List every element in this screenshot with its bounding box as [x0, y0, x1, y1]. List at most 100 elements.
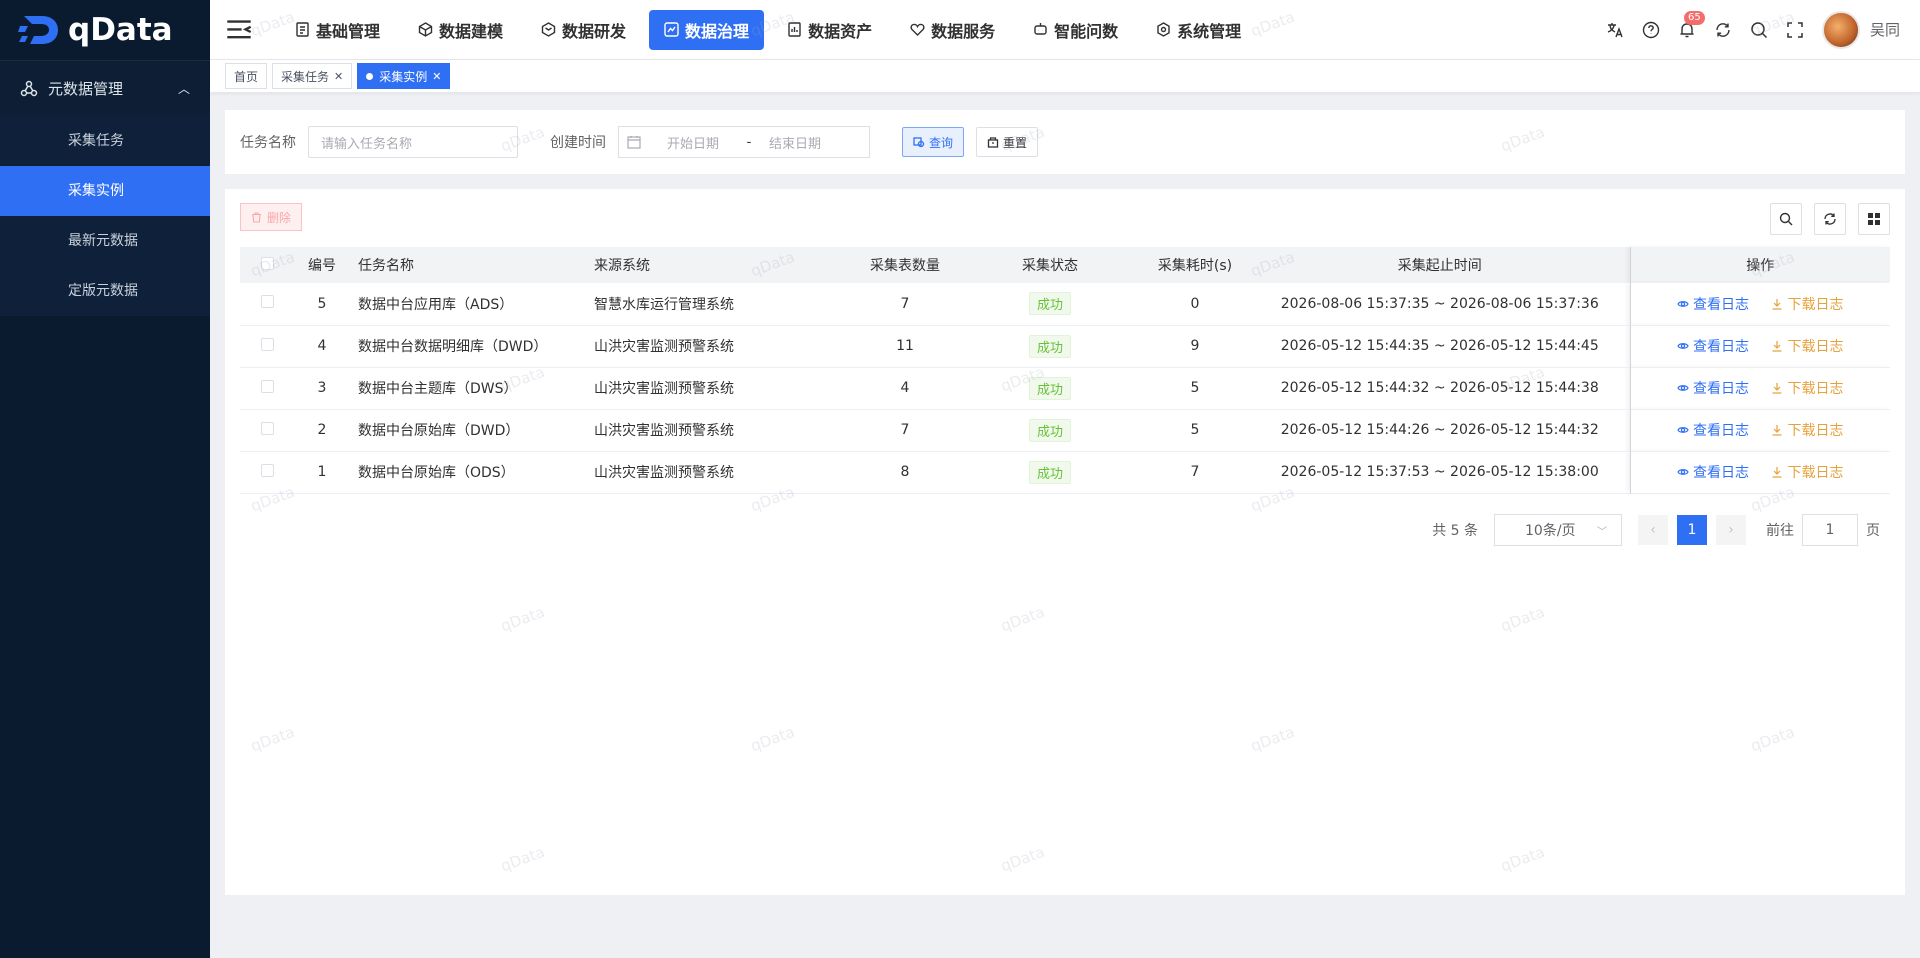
sidebar-item-latest-metadata[interactable]: 最新元数据 [0, 216, 210, 266]
download-log-button[interactable]: 下载日志 [1771, 420, 1843, 440]
download-icon [1772, 425, 1782, 436]
view-log-button[interactable]: 查看日志 [1677, 462, 1749, 482]
task-name-placeholder: 请输入任务名称 [321, 136, 413, 152]
cell-count: 8 [900, 464, 910, 480]
cell-source: 智慧水库运行管理系统 [594, 296, 734, 313]
download-log-button[interactable]: 下载日志 [1771, 378, 1843, 398]
close-icon[interactable]: ✕ [334, 70, 343, 83]
view-log-button[interactable]: 查看日志 [1677, 336, 1749, 356]
notification-button[interactable]: 65 [1678, 10, 1705, 39]
row-checkbox-cell[interactable] [240, 409, 294, 451]
header-duration: 采集耗时(s) [1157, 258, 1233, 274]
status-badge: 成功 [1028, 334, 1071, 358]
sidebar-item-collect-instance[interactable]: 采集实例 [0, 166, 210, 216]
column-settings-button[interactable] [1858, 203, 1890, 235]
row-checkbox-cell[interactable] [240, 325, 294, 367]
header-name: 任务名称 [358, 258, 414, 274]
robot-icon [1034, 23, 1047, 35]
download-log-label: 下载日志 [1787, 423, 1844, 439]
nav-smart-query[interactable]: 智能问数 [1018, 10, 1133, 50]
tab-label: 采集任务 [281, 69, 330, 84]
select-all-checkbox[interactable] [260, 256, 274, 270]
row-checkbox-cell[interactable] [240, 451, 294, 493]
select-all-cell[interactable] [240, 247, 294, 283]
download-log-label: 下载日志 [1787, 296, 1844, 313]
nav-system-management[interactable]: 系统管理 [1141, 10, 1256, 50]
cell-name: 数据中台主题库（DWS） [358, 381, 518, 397]
toggle-search-button[interactable] [1770, 203, 1802, 235]
reset-button[interactable]: 重置 [976, 127, 1039, 157]
nav-data-governance[interactable]: 数据治理 [649, 9, 765, 50]
translate-icon[interactable] [1606, 21, 1624, 39]
calendar-icon [627, 136, 641, 149]
table-row[interactable]: 4 数据中台数据明细库（DWD） 山洪灾害监测预警系统 11 成功 9 2026… [240, 325, 1890, 367]
goto-page-input[interactable]: 1 [1802, 514, 1858, 546]
search-icon[interactable] [1750, 21, 1768, 39]
table-row[interactable]: 3 数据中台主题库（DWS） 山洪灾害监测预警系统 4 成功 5 2026-05… [240, 367, 1890, 409]
view-log-label: 查看日志 [1693, 296, 1750, 313]
view-log-button[interactable]: 查看日志 [1677, 294, 1749, 314]
cell-operations: 查看日志 下载日志 [1629, 283, 1890, 325]
nav-label: 数据建模 [439, 21, 504, 41]
nav-data-development[interactable]: 数据研发 [526, 10, 641, 50]
download-icon [1772, 341, 1782, 352]
menu-group-metadata[interactable]: 元数据管理 ︿ [0, 60, 210, 116]
created-time-label: 创建时间 [550, 135, 606, 151]
page-size-select[interactable]: 10条/页 ﹀ [1494, 514, 1622, 546]
download-log-button[interactable]: 下载日志 [1771, 294, 1843, 314]
download-log-button[interactable]: 下载日志 [1771, 336, 1843, 356]
nav-data-assets[interactable]: 数据资产 [772, 10, 887, 50]
cell-name: 数据中台数据明细库（DWD） [358, 339, 548, 355]
nav-data-services[interactable]: 数据服务 [895, 10, 1010, 50]
fullscreen-icon[interactable] [1786, 21, 1804, 39]
header-status: 采集状态 [1022, 258, 1078, 274]
menu-fold-icon[interactable] [226, 19, 252, 40]
row-checkbox[interactable] [260, 337, 274, 351]
row-checkbox[interactable] [260, 379, 274, 393]
end-date-placeholder[interactable]: 结束日期 [769, 133, 841, 152]
next-page-button[interactable]: › [1716, 515, 1746, 545]
refresh-icon[interactable] [1714, 21, 1732, 39]
sidebar-item-collect-task[interactable]: 采集任务 [0, 116, 210, 166]
view-log-button[interactable]: 查看日志 [1677, 378, 1749, 398]
task-name-input[interactable]: 请输入任务名称 [308, 126, 518, 158]
delete-button[interactable]: 删除 [240, 203, 303, 231]
table-row[interactable]: 5 数据中台应用库（ADS） 智慧水库运行管理系统 7 成功 0 2026-08… [240, 283, 1890, 325]
tab-collect-task[interactable]: 采集任务 ✕ [272, 63, 353, 89]
nav-data-modeling[interactable]: 数据建模 [403, 10, 518, 50]
view-log-label: 查看日志 [1693, 465, 1750, 481]
cell-status: 成功 [960, 325, 1140, 367]
row-checkbox[interactable] [260, 421, 274, 435]
row-checkbox-cell[interactable] [240, 367, 294, 409]
username[interactable]: 吴同 [1870, 19, 1900, 40]
page-number-current[interactable]: 1 [1677, 515, 1707, 545]
row-checkbox-cell[interactable] [240, 283, 294, 325]
table-row[interactable]: 1 数据中台原始库（ODS） 山洪灾害监测预警系统 8 成功 7 2026-05… [240, 451, 1890, 493]
cell-duration: 9 [1190, 338, 1200, 354]
refresh-table-button[interactable] [1814, 203, 1846, 235]
close-icon[interactable]: ✕ [432, 70, 441, 83]
table-row[interactable]: 2 数据中台原始库（DWD） 山洪灾害监测预警系统 7 成功 5 2026-05… [240, 409, 1890, 451]
avatar[interactable] [1821, 10, 1860, 49]
date-range-picker[interactable]: 开始日期 - 结束日期 [618, 126, 870, 158]
view-log-label: 查看日志 [1693, 381, 1750, 397]
nav-basic-management[interactable]: 基础管理 [280, 10, 395, 50]
view-log-button[interactable]: 查看日志 [1677, 420, 1749, 440]
start-date-placeholder[interactable]: 开始日期 [657, 133, 729, 152]
tab-home[interactable]: 首页 [225, 63, 268, 89]
row-checkbox[interactable] [260, 295, 274, 309]
header-tools: 65 吴同 [1606, 10, 1900, 49]
help-icon[interactable] [1642, 21, 1660, 39]
logo[interactable]: qData [0, 0, 210, 60]
sidebar-item-final-metadata[interactable]: 定版元数据 [0, 266, 210, 316]
active-dot-icon [366, 72, 374, 80]
tab-collect-instance[interactable]: 采集实例 ✕ [357, 63, 451, 89]
prev-page-button[interactable]: ‹ [1638, 515, 1668, 545]
pagination-total: 共 5 条 [1432, 523, 1478, 539]
download-log-button[interactable]: 下载日志 [1771, 462, 1843, 482]
status-badge: 成功 [1028, 460, 1071, 484]
reset-icon [987, 137, 999, 148]
row-checkbox[interactable] [260, 463, 274, 477]
query-button[interactable]: 查询 [902, 127, 965, 157]
table-panel: 删除 编号 任务名称 来源系统 采集表数量 采集状态 采集耗时(s) 采集起止时… [225, 189, 1905, 895]
